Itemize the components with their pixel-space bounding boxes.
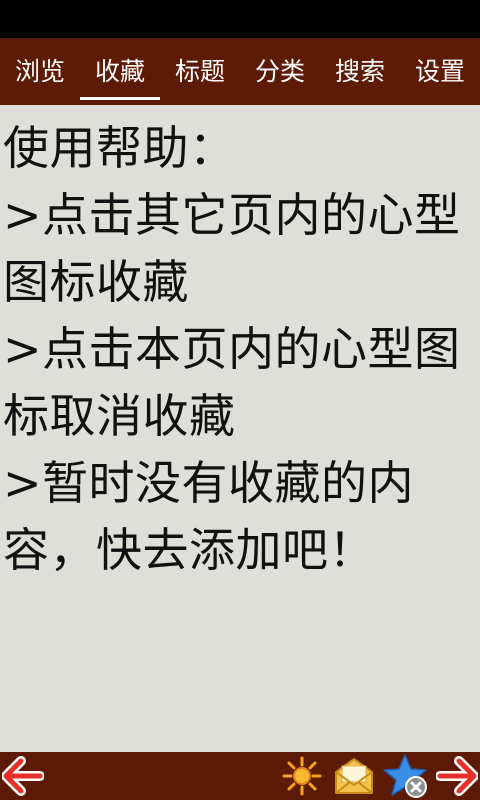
help-item: >暂时没有收藏的内容，快去添加吧！ [3,456,415,577]
tab-search[interactable]: 搜索 [320,38,400,105]
sun-icon [282,756,322,796]
bottom-toolbar [0,752,480,800]
brightness-button[interactable] [280,752,324,800]
remove-favorite-button[interactable] [382,752,432,800]
tab-bar: 浏览 收藏 标题 分类 搜索 设置 [0,38,480,105]
forward-arrow-icon [436,756,478,796]
help-title: 使用帮助： [3,121,236,175]
share-button[interactable] [330,752,378,800]
back-button[interactable] [0,752,46,800]
envelope-icon [335,758,373,794]
tab-browse[interactable]: 浏览 [0,38,80,105]
status-bar [0,0,480,38]
help-text: 使用帮助： >点击其它页内的心型图标收藏 >点击本页内的心型图标取消收藏 >暂时… [0,105,480,584]
tab-titles[interactable]: 标题 [160,38,240,105]
forward-button[interactable] [434,752,480,800]
help-item: >点击其它页内的心型图标收藏 [3,188,461,309]
back-arrow-icon [2,756,44,796]
star-remove-icon [383,754,427,798]
tab-favorites[interactable]: 收藏 [80,38,160,105]
favorites-content: 使用帮助： >点击其它页内的心型图标收藏 >点击本页内的心型图标取消收藏 >暂时… [0,105,480,752]
help-item: >点击本页内的心型图标取消收藏 [3,322,461,443]
tab-categories[interactable]: 分类 [240,38,320,105]
tab-settings[interactable]: 设置 [400,38,480,105]
